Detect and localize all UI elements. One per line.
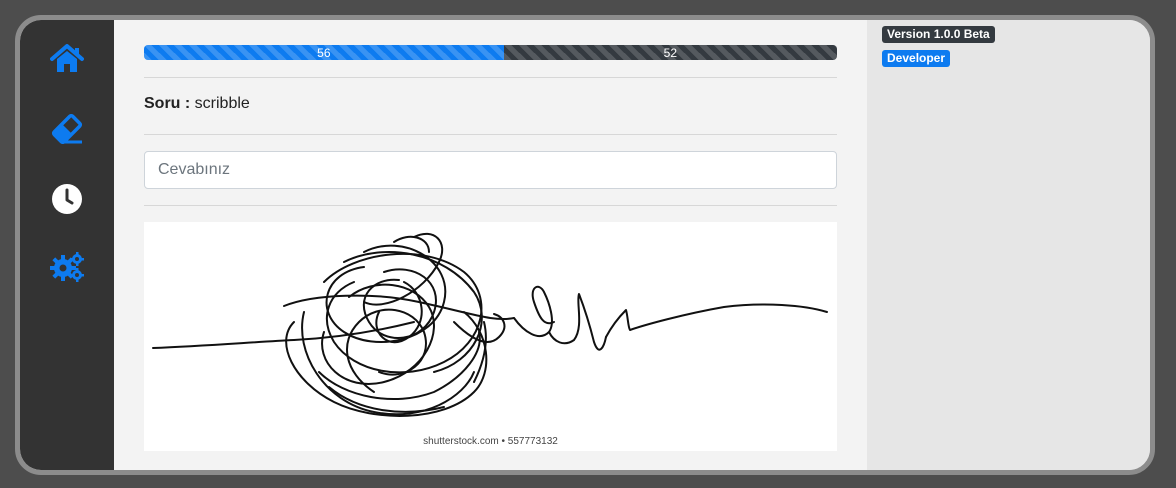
developer-badge: Developer xyxy=(882,50,951,67)
wrong-count-bar: 52 xyxy=(503,45,837,60)
wrong-count: 52 xyxy=(663,45,677,60)
home-icon[interactable] xyxy=(49,41,85,77)
clock-icon[interactable] xyxy=(49,181,85,217)
score-progress-bar: 56 52 xyxy=(144,45,837,60)
question-label: Soru : xyxy=(144,95,191,112)
question: Soru : scribble xyxy=(144,95,250,113)
question-text: scribble xyxy=(194,95,250,112)
image-watermark: shutterstock.com • 557773132 xyxy=(423,436,558,447)
answer-input[interactable] xyxy=(144,151,837,189)
correct-count: 56 xyxy=(317,45,331,60)
question-image: shutterstock.com • 557773132 xyxy=(144,222,837,451)
divider xyxy=(144,205,837,206)
divider xyxy=(144,134,837,135)
app-window: 56 52 Soru : scribble Cevabınız shutters… xyxy=(15,15,1155,475)
scribble-image xyxy=(152,232,828,417)
version-badge: Version 1.0.0 Beta xyxy=(882,26,995,43)
sidebar xyxy=(20,20,114,470)
info-panel: Version 1.0.0 Beta Developer xyxy=(867,20,1150,470)
eraser-icon[interactable] xyxy=(49,111,85,147)
gears-icon[interactable] xyxy=(49,249,85,285)
divider xyxy=(144,77,837,78)
correct-count-bar: 56 xyxy=(144,45,504,60)
main-panel: 56 52 Soru : scribble Cevabınız shutters… xyxy=(114,20,867,470)
